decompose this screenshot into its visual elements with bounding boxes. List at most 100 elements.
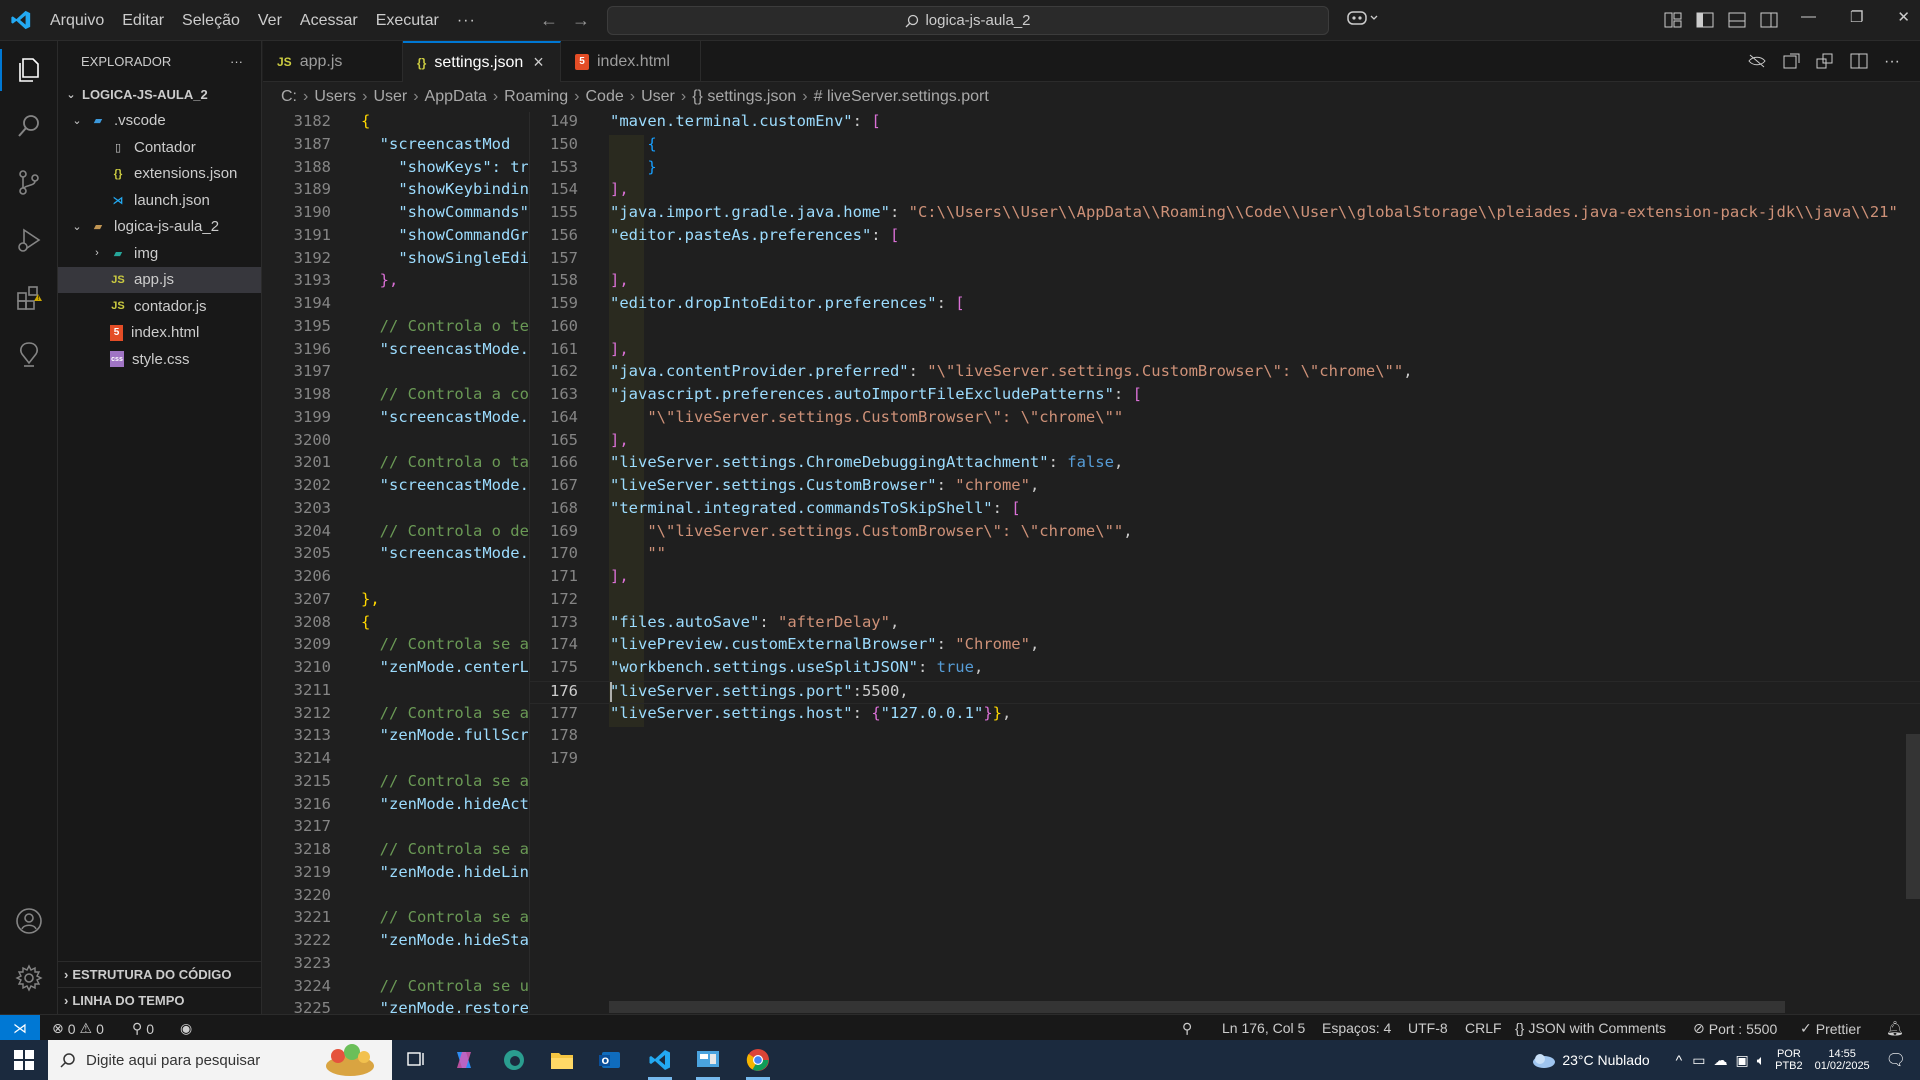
split-editor-icon[interactable] xyxy=(1850,53,1868,69)
ports-indicator[interactable]: ⚲ 0 xyxy=(132,1020,154,1037)
language-indicator[interactable]: POR PTB2 xyxy=(1775,1048,1803,1072)
code-line[interactable]: 3192 "showSingleEdi xyxy=(263,249,528,272)
weather-label[interactable]: 23°C Nublado xyxy=(1562,1052,1649,1068)
vscode-taskbar-icon[interactable] xyxy=(640,1044,680,1080)
breadcrumb-segment[interactable]: {} settings.json xyxy=(692,88,796,106)
code-line[interactable]: 3223 xyxy=(263,954,528,977)
code-line[interactable]: 3191 "showCommandGr xyxy=(263,226,528,249)
bell-icon[interactable]: 🔔︎ xyxy=(1886,1020,1904,1037)
broadcast-icon[interactable]: ◉ xyxy=(180,1020,192,1037)
code-line[interactable]: 175 "workbench.settings.useSplitJSON": tr… xyxy=(530,658,1920,681)
manage-gear-icon[interactable] xyxy=(14,963,44,993)
code-line[interactable]: 3218 // Controla se a xyxy=(263,840,528,863)
tree-item[interactable]: css style.css xyxy=(58,346,261,373)
command-center[interactable]: logica-js-aula_2 xyxy=(607,6,1329,35)
outline-section[interactable]: › ESTRUTURA DO CÓDIGO xyxy=(58,961,262,987)
tree-item[interactable]: JS app.js xyxy=(58,266,261,293)
code-line[interactable]: 3193 }, xyxy=(263,271,528,294)
zoom-icon[interactable]: ⚲ xyxy=(1182,1020,1192,1037)
tree-item[interactable]: {} extensions.json xyxy=(58,161,261,188)
menu-more[interactable]: ··· xyxy=(457,12,476,30)
code-line[interactable]: 157 xyxy=(530,249,1920,272)
code-line[interactable]: 3210 "zenMode.centerL xyxy=(263,658,528,681)
menu-ver[interactable]: Ver xyxy=(258,12,282,30)
tree-item[interactable]: JS contador.js xyxy=(58,293,261,320)
code-line[interactable]: 167 "liveServer.settings.CustomBrowser": … xyxy=(530,476,1920,499)
code-line[interactable]: 3214 xyxy=(263,749,528,772)
code-line[interactable]: 3225 "zenMode.restore xyxy=(263,999,528,1013)
breadcrumb-segment[interactable]: Roaming xyxy=(504,88,568,106)
chrome-browser-icon[interactable] xyxy=(738,1044,778,1080)
breadcrumb-segment[interactable]: Code xyxy=(586,88,624,106)
back-arrow-icon[interactable]: ← xyxy=(540,10,558,31)
code-line[interactable]: 179 xyxy=(530,749,1920,772)
workspace-root[interactable]: ⌄ LOGICA-JS-AULA_2 xyxy=(58,81,261,108)
control-panel-icon[interactable] xyxy=(688,1044,728,1080)
volume-icon[interactable]: 🔈︎ xyxy=(1757,1052,1765,1069)
code-line[interactable]: 3216 "zenMode.hideAct xyxy=(263,795,528,818)
breadcrumb-segment[interactable]: User xyxy=(641,88,675,106)
breadcrumb-segment[interactable]: # liveServer.settings.port xyxy=(814,88,989,106)
code-line[interactable]: 153 } xyxy=(530,158,1920,181)
code-line[interactable]: 162 "java.contentProvider.preferred": "\"… xyxy=(530,362,1920,385)
encoding[interactable]: UTF-8 xyxy=(1408,1020,1448,1036)
code-line[interactable]: 165], xyxy=(530,431,1920,454)
code-line[interactable]: 3190 "showCommands" xyxy=(263,203,528,226)
code-line[interactable]: 168 "terminal.integrated.commandsToSkipSh… xyxy=(530,499,1920,522)
accounts-icon[interactable] xyxy=(14,906,44,936)
code-line[interactable]: 178 xyxy=(530,726,1920,749)
code-line[interactable]: 3203 xyxy=(263,499,528,522)
copilot-app-icon[interactable] xyxy=(444,1044,484,1076)
code-line[interactable]: 3199 "screencastMode. xyxy=(263,408,528,431)
edge-browser-icon[interactable] xyxy=(494,1044,534,1076)
code-line[interactable]: 159 "editor.dropIntoEditor.preferences": … xyxy=(530,294,1920,317)
tab-settings-json[interactable]: {} settings.json × xyxy=(403,41,561,82)
prettier-status[interactable]: ✓ Prettier xyxy=(1800,1020,1861,1037)
chevron-up-icon[interactable]: ^ xyxy=(1676,1052,1683,1068)
code-line[interactable]: 3182 { xyxy=(263,112,528,135)
code-line[interactable]: 3219 "zenMode.hideLin xyxy=(263,863,528,886)
horizontal-scrollbar[interactable] xyxy=(609,1001,1785,1013)
code-line[interactable]: 3208 { xyxy=(263,613,528,636)
eye-closed-icon[interactable] xyxy=(1748,53,1766,69)
code-line[interactable]: 3195 // Controla o te xyxy=(263,317,528,340)
copilot-icon[interactable] xyxy=(1346,8,1380,28)
breadcrumb-segment[interactable]: AppData xyxy=(425,88,487,106)
tree-item[interactable]: 5 index.html xyxy=(58,320,261,347)
code-line[interactable]: 166 "liveServer.settings.ChromeDebuggingA… xyxy=(530,453,1920,476)
code-line[interactable]: 3220 xyxy=(263,886,528,909)
open-settings-icon[interactable] xyxy=(1782,53,1800,69)
code-line[interactable]: 3202 "screencastMode. xyxy=(263,476,528,499)
toggle-secondary-sidebar-icon[interactable] xyxy=(1760,12,1778,28)
indentation[interactable]: Espaços: 4 xyxy=(1322,1020,1391,1036)
code-line[interactable]: 3207}, xyxy=(263,590,528,613)
code-line[interactable]: 170 "" xyxy=(530,544,1920,567)
code-line[interactable]: 3215 // Controla se a xyxy=(263,772,528,795)
cursor-position[interactable]: Ln 176, Col 5 xyxy=(1222,1020,1305,1036)
language-mode[interactable]: {} JSON with Comments xyxy=(1515,1020,1666,1036)
code-line[interactable]: 160 xyxy=(530,317,1920,340)
live-server-port[interactable]: ⊘ Port : 5500 xyxy=(1693,1020,1777,1037)
menu-acessar[interactable]: Acessar xyxy=(300,12,358,30)
code-line[interactable]: 3206 xyxy=(263,567,528,590)
code-line[interactable]: 161], xyxy=(530,340,1920,363)
explorer-more-actions[interactable]: ··· xyxy=(230,54,243,69)
toggle-panel-icon[interactable] xyxy=(1728,12,1746,28)
code-line[interactable]: 3196 "screencastMode. xyxy=(263,340,528,363)
code-line[interactable]: 174 "livePreview.customExternalBrowser": … xyxy=(530,635,1920,658)
windows-start-icon[interactable] xyxy=(4,1044,44,1076)
network-icon[interactable]: ▣ xyxy=(1735,1052,1748,1069)
remote-indicator-icon[interactable]: ⋊ xyxy=(0,1015,40,1041)
code-line[interactable]: 3217 xyxy=(263,817,528,840)
code-line[interactable]: 3211 xyxy=(263,681,528,704)
file-explorer-icon[interactable] xyxy=(542,1044,582,1076)
code-line[interactable]: 3188 "showKeys": tr xyxy=(263,158,528,181)
onedrive-icon[interactable]: ☁ xyxy=(1713,1052,1727,1069)
code-line[interactable]: 149 "maven.terminal.customEnv": [ xyxy=(530,112,1920,135)
tree-item[interactable]: ▯ Contador xyxy=(58,134,261,161)
explorer-icon[interactable] xyxy=(0,49,44,91)
code-line[interactable]: 3204 // Controla o de xyxy=(263,522,528,545)
taskbar-search[interactable]: Digite aqui para pesquisar xyxy=(48,1040,392,1080)
vertical-scrollbar[interactable] xyxy=(1906,734,1920,899)
code-line[interactable]: 3209 // Controla se a xyxy=(263,635,528,658)
